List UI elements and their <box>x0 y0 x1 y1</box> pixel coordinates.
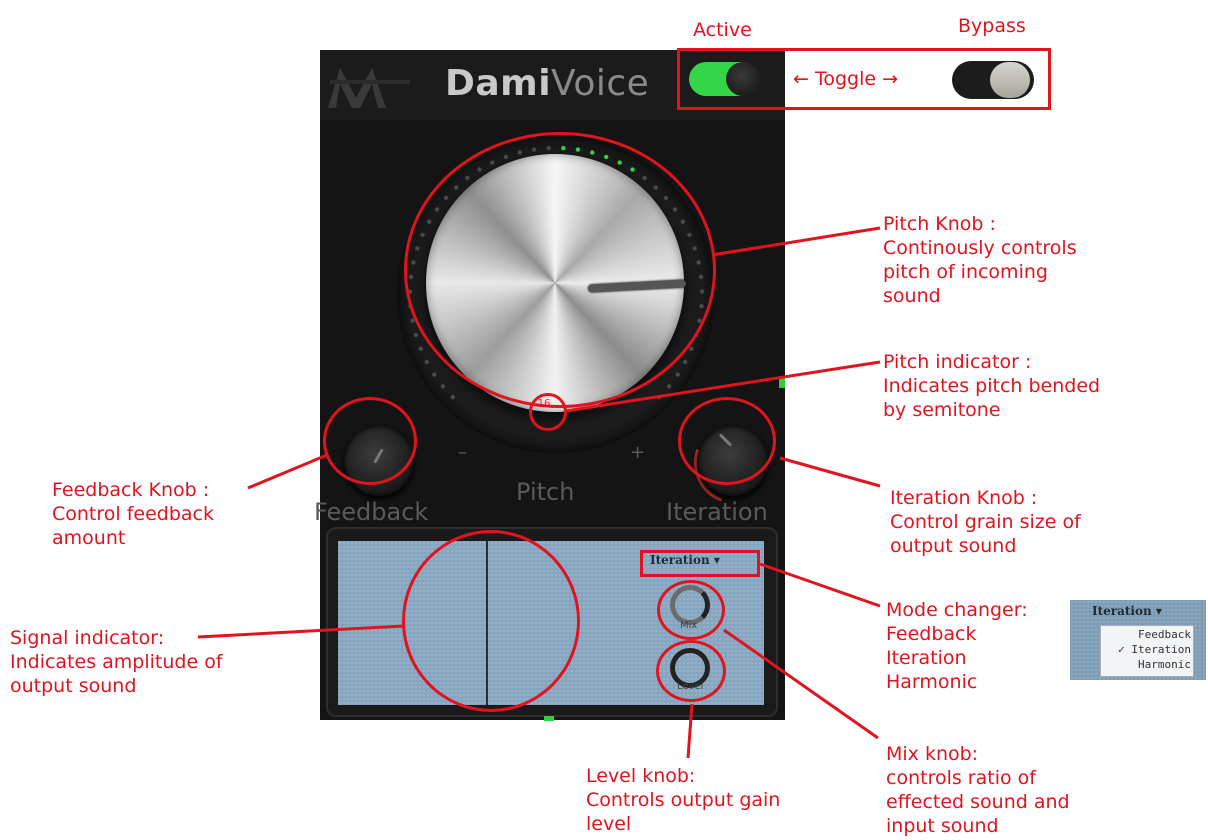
annotation-line: Level knob: <box>586 765 696 787</box>
iteration-knob-leader <box>779 456 881 488</box>
annotation-line: Feedback <box>886 623 977 645</box>
menu-item-iteration[interactable]: ✓ Iteration <box>1101 643 1191 656</box>
menu-item-harmonic[interactable]: Harmonic <box>1101 658 1191 671</box>
pitch-indicator-leader <box>565 360 881 413</box>
annotation-line: controls ratio of <box>886 767 1036 789</box>
annotation-line: pitch of incoming <box>883 261 1048 283</box>
feedback-knob-leader <box>247 453 328 490</box>
pitch-knob-leader <box>711 226 881 257</box>
annotation-line: Iteration Knob : <box>890 487 1038 509</box>
annotation-line: Pitch indicator : <box>883 351 1032 373</box>
mode-changer-annotation: Mode changer: Feedback Iteration Harmoni… <box>886 598 1028 694</box>
annotation-line: output sound <box>890 535 1017 557</box>
annotation-line: Indicates pitch bended <box>883 375 1101 397</box>
mode-changer-leader <box>759 562 881 608</box>
annotation-line: level <box>586 813 632 835</box>
annotation-line: input sound <box>886 815 999 837</box>
annotation-line: Pitch Knob : <box>883 213 996 235</box>
pitch-indicator-annotation: Pitch indicator : Indicates pitch bended… <box>883 350 1100 422</box>
signal-indicator-leader <box>197 624 405 639</box>
annotation-line: Mode changer: <box>886 599 1028 621</box>
annotation-line: by semitone <box>883 399 1001 421</box>
mode-dropdown-menu: Feedback ✓ Iteration Harmonic <box>1100 625 1194 677</box>
annotation-line: Indicates amplitude of <box>10 651 223 673</box>
annotation-line: amount <box>52 527 126 549</box>
annotation-line: Control feedback <box>52 503 215 525</box>
inset-mode-select[interactable]: Iteration ▾ <box>1092 604 1162 618</box>
level-knob-leader <box>686 703 694 759</box>
menu-item-feedback[interactable]: Feedback <box>1101 628 1191 641</box>
level-knob-annotation: Level knob: Controls output gain level <box>586 764 780 836</box>
annotation-line: Control grain size of <box>890 511 1081 533</box>
annotation-line: Mix knob: <box>886 743 979 765</box>
pitch-knob-annotation: Pitch Knob : Continously controls pitch … <box>883 212 1077 308</box>
annotation-line: Feedback Knob : <box>52 479 210 501</box>
feedback-knob-annotation: Feedback Knob : Control feedback amount <box>52 478 214 550</box>
signal-indicator-annotation: Signal indicator: Indicates amplitude of… <box>10 626 223 698</box>
mix-knob-leader <box>723 628 879 740</box>
annotation-line: sound <box>883 285 941 307</box>
mix-knob-annotation: Mix knob: controls ratio of effected sou… <box>886 742 1070 838</box>
annotation-line: Harmonic <box>886 671 978 693</box>
annotation-line: Controls output gain <box>586 789 781 811</box>
annotation-line: Iteration <box>886 647 967 669</box>
annotation-line: effected sound and <box>886 791 1070 813</box>
iteration-knob-annotation: Iteration Knob : Control grain size of o… <box>890 486 1081 558</box>
annotation-line: output sound <box>10 675 137 697</box>
annotation-line: Signal indicator: <box>10 627 165 649</box>
annotation-line: Continously controls <box>883 237 1077 259</box>
